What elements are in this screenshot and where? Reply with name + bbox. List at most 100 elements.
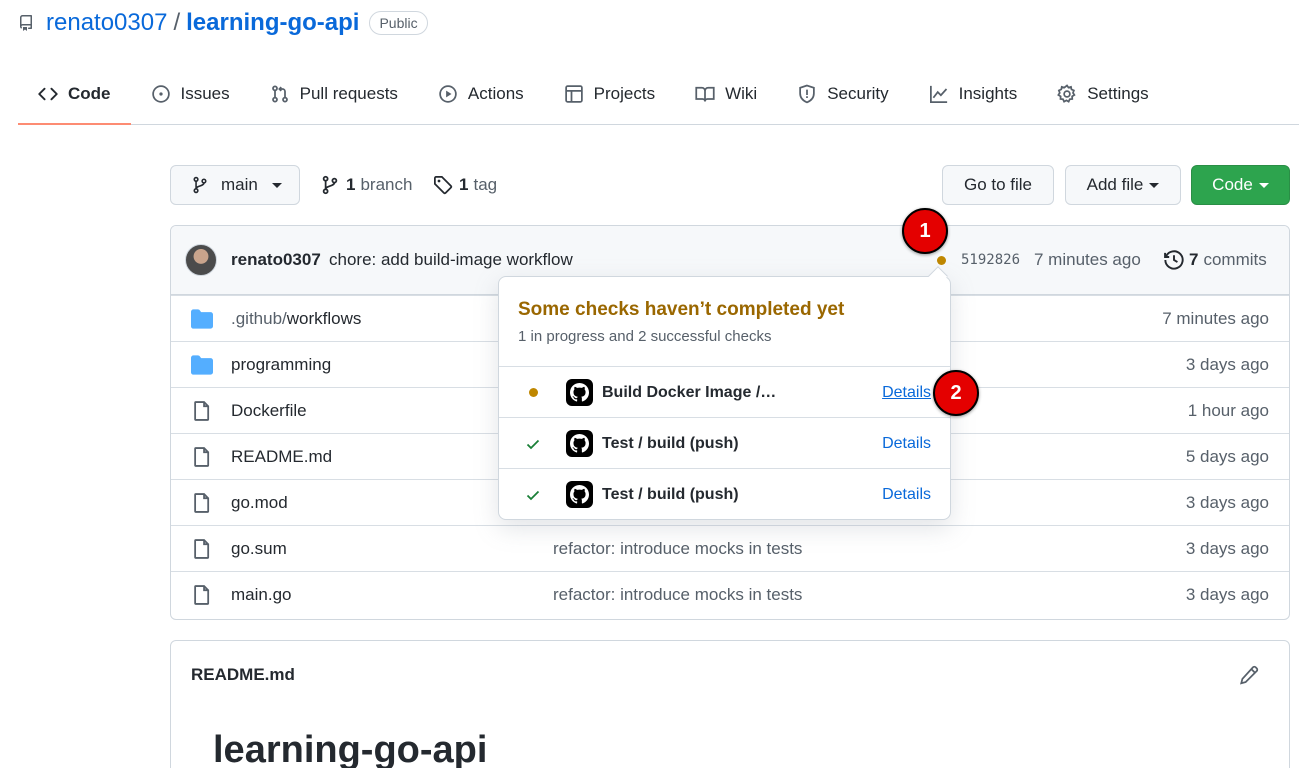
tab-issues[interactable]: Issues [131,64,250,124]
branch-icon [322,175,338,195]
branch-select-button[interactable]: main [170,165,300,205]
file-name-link[interactable]: .github/workflows [231,309,361,329]
folder-icon [191,354,213,375]
graph-icon [929,85,947,103]
tab-security-label: Security [827,84,889,103]
check-name: Test / build (push) [602,485,739,503]
commits-word: commits [1203,250,1267,269]
check-status-dot[interactable] [937,256,946,265]
tab-pull-requests[interactable]: Pull requests [250,64,418,124]
file-commit-message[interactable]: refactor: introduce mocks in tests [553,539,802,559]
file-icon [194,538,210,559]
tab-insights-label: Insights [958,84,1018,103]
tag-word: tag [473,175,498,194]
file-age: 3 days ago [1185,354,1269,374]
file-name-link[interactable]: Dockerfile [231,401,307,421]
file-row-go-sum[interactable]: go.sum refactor: introduce mocks in test… [171,525,1289,571]
repo-header: renato0307 / learning-go-api Public [18,8,428,38]
tab-actions[interactable]: Actions [418,64,544,124]
tab-wiki[interactable]: Wiki [675,64,777,124]
file-name-link[interactable]: go.sum [231,539,287,559]
branch-word: branch [360,175,413,194]
pending-dot-icon [525,385,541,401]
code-button-label: Code [1212,175,1253,194]
file-name-link[interactable]: programming [231,355,331,375]
tag-count: 1 [459,175,469,194]
book-icon [695,86,715,102]
tab-security[interactable]: Security [777,64,908,124]
popover-title: Some checks haven’t completed yet [518,299,845,320]
branch-count: 1 [346,175,356,194]
tab-projects[interactable]: Projects [544,64,675,124]
tab-projects-label: Projects [593,84,656,103]
readme-panel: README.md learning-go-api [170,640,1290,768]
check-name: Build Docker Image /… [602,383,777,401]
commits-history-link[interactable]: 7 commits [1163,249,1267,271]
file-icon [194,400,210,421]
pencil-icon[interactable] [1239,665,1259,685]
pull-request-icon [271,85,288,103]
file-row-main-go[interactable]: main.go refactor: introduce mocks in tes… [171,571,1289,617]
commit-message-link[interactable]: chore: add build-image workflow [329,250,573,270]
tab-actions-label: Actions [467,84,524,103]
step-marker-1: 1 [902,208,948,254]
file-icon [194,584,210,605]
commit-sha-link[interactable]: 5192826 [961,252,1020,268]
tab-settings[interactable]: Settings [1037,64,1168,124]
tags-link[interactable]: 1 tag [433,165,497,205]
file-icon [194,446,210,467]
check-row: Build Docker Image /… Details [499,366,950,418]
github-logo-icon [566,379,593,406]
tab-settings-label: Settings [1087,84,1149,103]
file-icon [194,492,210,513]
file-name-link[interactable]: README.md [231,447,332,467]
file-age: 1 hour ago [1187,400,1269,420]
checks-popover: Some checks haven’t completed yet 1 in p… [498,266,951,520]
readme-heading: learning-go-api [213,729,488,768]
avatar[interactable] [185,244,217,276]
go-to-file-button[interactable]: Go to file [942,165,1054,205]
table-icon [564,85,583,103]
commit-author-link[interactable]: renato0307 [231,250,321,270]
github-logo-icon [566,481,593,508]
github-logo-icon [566,430,593,457]
file-name-link[interactable]: go.mod [231,493,288,513]
file-age: 3 days ago [1185,492,1269,512]
chevron-down-icon [1149,182,1160,188]
file-age: 7 minutes ago [1162,308,1269,328]
file-age: 3 days ago [1185,584,1269,604]
tab-issues-label: Issues [180,84,230,103]
commit-count: 7 [1189,250,1199,269]
file-commit-message[interactable]: refactor: introduce mocks in tests [553,585,802,605]
code-button[interactable]: Code [1191,165,1290,205]
tab-pull-requests-label: Pull requests [299,84,398,103]
step-marker-2: 2 [933,370,979,416]
details-link[interactable]: Details [882,384,931,402]
commit-time: 7 minutes ago [1034,250,1141,269]
history-icon [1164,250,1184,270]
visibility-badge: Public [369,11,428,35]
file-age: 3 days ago [1185,538,1269,558]
tab-code[interactable]: Code [18,64,131,125]
repo-separator: / [173,9,181,36]
check-icon [525,436,541,452]
check-row: Test / build (push) Details [499,468,950,520]
file-age: 5 days ago [1185,446,1269,466]
readme-title: README.md [191,665,295,684]
branch-icon [193,176,207,194]
branches-link[interactable]: 1 branch [320,165,412,205]
file-name-link[interactable]: main.go [231,585,291,605]
gear-icon [1057,84,1076,103]
folder-icon [191,308,213,329]
tab-insights[interactable]: Insights [909,64,1038,124]
repo-name-link[interactable]: learning-go-api [186,9,359,37]
details-link[interactable]: Details [882,486,931,504]
details-link[interactable]: Details [882,435,931,453]
file-toolbar: main 1 branch 1 tag Go to file Add file … [170,165,1290,205]
chevron-down-icon [1258,182,1269,188]
repo-owner-link[interactable]: renato0307 [46,9,167,37]
shield-icon [799,84,815,104]
add-file-button[interactable]: Add file [1065,165,1181,205]
tab-wiki-label: Wiki [725,84,758,103]
tab-code-label: Code [68,84,111,103]
